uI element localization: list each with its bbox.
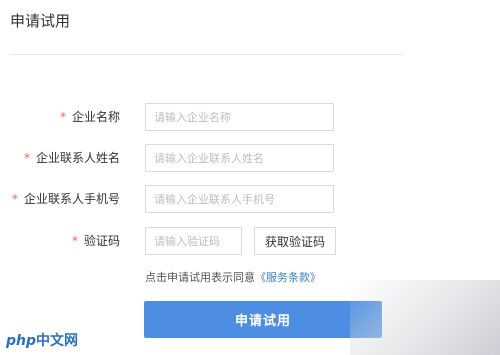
contact-name-label: * 企业联系人姓名 [23, 151, 120, 165]
header-divider [10, 54, 402, 55]
contact-name-input[interactable] [145, 144, 334, 172]
submit-button[interactable]: 申请试用 [144, 301, 382, 338]
company-name-row: * 企业名称 [0, 103, 500, 131]
terms-link[interactable]: 《服务条款》 [255, 271, 321, 284]
page-title: 申请试用 [10, 12, 71, 30]
contact-phone-label: * 企业联系人手机号 [11, 192, 120, 206]
get-captcha-button[interactable]: 获取验证码 [254, 227, 336, 255]
contact-name-row: * 企业联系人姓名 [0, 144, 500, 172]
captcha-input[interactable] [145, 227, 242, 255]
required-mark: * [23, 151, 30, 165]
company-name-label: * 企业名称 [59, 110, 120, 124]
required-mark: * [71, 234, 78, 248]
agree-note: 点击申请试用表示同意《服务条款》 [145, 271, 321, 284]
contact-phone-input[interactable] [145, 185, 334, 213]
captcha-row: *验证码 获取验证码 [0, 227, 500, 255]
required-mark: * [11, 192, 18, 206]
captcha-label: * 验证码 [71, 234, 120, 248]
contact-phone-row: * 企业联系人手机号 [0, 185, 500, 213]
required-mark: * [59, 110, 66, 124]
company-name-input[interactable] [145, 103, 334, 131]
corner-overlay [350, 280, 500, 355]
watermark-logo: php中文网 [6, 333, 79, 349]
